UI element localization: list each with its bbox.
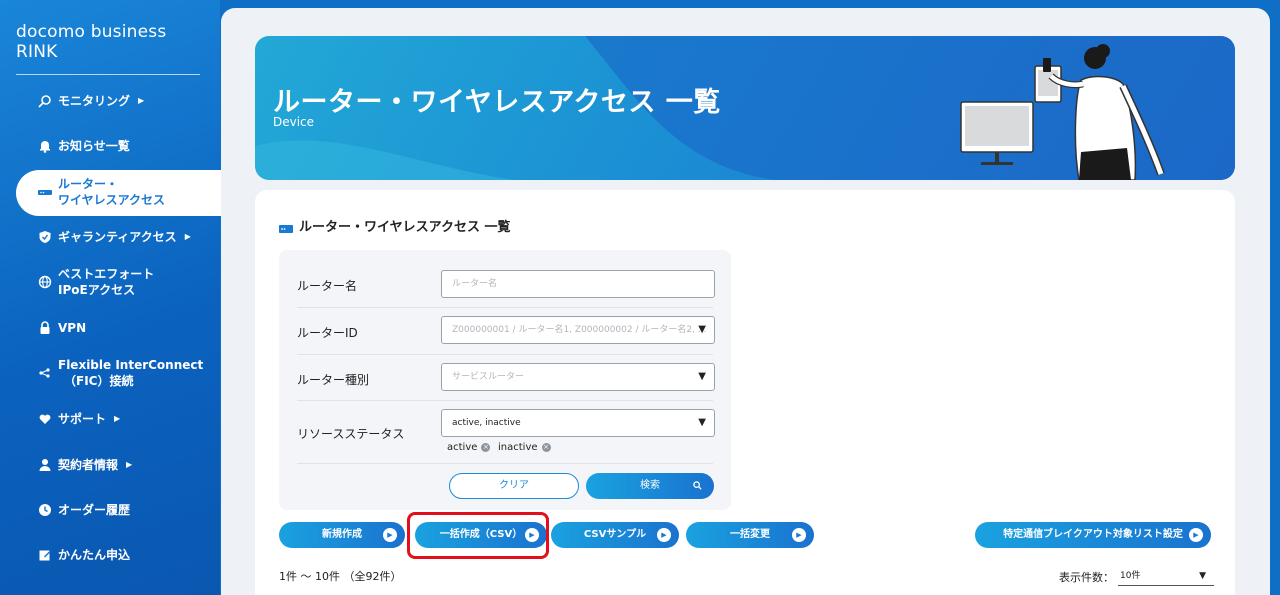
- search-form: ルーター名 ルーター名 ルーターID Z000000001 / ルーター名1, …: [279, 250, 731, 510]
- sidebar-item-label: モニタリング: [58, 94, 131, 108]
- chevron-down-icon: ▼: [698, 417, 706, 428]
- chevron-right-icon: ▶: [184, 232, 191, 241]
- sidebar-item-label: （FIC）接続: [64, 374, 134, 388]
- status-chip-inactive[interactable]: inactive ×: [498, 442, 551, 453]
- router-id-placeholder: Z000000001 / ルーター名1, Z000000002 / ルーター名2…: [452, 325, 707, 335]
- sidebar-item-monitoring[interactable]: モニタリング ▶: [38, 93, 144, 109]
- router-icon: [279, 222, 293, 233]
- resource-status-select[interactable]: active, inactive ▼: [441, 409, 715, 437]
- router-icon: [38, 185, 52, 199]
- play-icon: ▶: [792, 528, 806, 542]
- sidebar-item-label: かんたん申込: [58, 548, 131, 562]
- monitor-search-icon: [38, 94, 52, 108]
- form-row-router-id: ルーターID Z000000001 / ルーター名1, Z000000002 /…: [297, 308, 715, 355]
- chevron-down-icon: ▼: [698, 324, 706, 335]
- sidebar-item-label: VPN: [58, 321, 87, 335]
- edit-icon: [38, 548, 52, 562]
- sidebar-item-label: 契約者情報: [58, 458, 119, 472]
- play-icon: ▶: [1189, 528, 1203, 542]
- sidebar-item-label: サポート: [58, 412, 107, 426]
- per-page-select[interactable]: 10件 ▼: [1118, 568, 1214, 586]
- form-row-router-type: ルーター種別 サービスルーター ▼: [297, 355, 715, 401]
- brand-logo: docomo business RINK: [16, 22, 200, 75]
- close-icon[interactable]: ×: [541, 443, 551, 452]
- result-count: 1件 〜 10件 （全92件）: [279, 570, 402, 583]
- section-title: ルーター・ワイヤレスアクセス 一覧: [279, 216, 511, 235]
- highlight-box: [407, 512, 549, 559]
- sidebar-item-notices[interactable]: お知らせ一覧: [38, 138, 130, 154]
- sidebar-item-label: ワイヤレスアクセス: [58, 193, 166, 207]
- sidebar-item-label: オーダー履歴: [58, 503, 131, 517]
- breakout-list-settings-button[interactable]: 特定通信ブレイクアウト対象リスト設定 ▶: [975, 522, 1211, 548]
- clock-icon: [38, 503, 52, 517]
- page-subtitle: Device: [273, 115, 315, 129]
- globe-icon: [38, 275, 52, 289]
- form-row-resource-status: リソースステータス active, inactive ▼ active × ina…: [297, 401, 715, 464]
- bulk-change-button[interactable]: 一括変更 ▶: [686, 522, 814, 548]
- sidebar-item-support[interactable]: サポート ▶: [38, 411, 120, 427]
- hero-illustration: [955, 36, 1195, 180]
- heart-hand-icon: [38, 412, 52, 426]
- chevron-right-icon: ▶: [126, 460, 133, 469]
- sidebar-item-contract[interactable]: 契約者情報 ▶: [38, 457, 132, 473]
- sidebar-item-vpn[interactable]: VPN: [38, 320, 86, 336]
- lock-icon: [38, 321, 52, 335]
- section-title-label: ルーター・ワイヤレスアクセス 一覧: [299, 220, 511, 235]
- per-page-control: 表示件数： 10件 ▼: [1059, 568, 1214, 586]
- sidebar-item-label: Flexible InterConnect: [58, 358, 204, 372]
- chevron-right-icon: ▶: [114, 414, 121, 423]
- per-page-label: 表示件数：: [1059, 571, 1114, 584]
- chevron-down-icon: ▼: [698, 371, 706, 382]
- play-icon: ▶: [383, 528, 397, 542]
- sidebar-item-label: ギャランティアクセス: [58, 230, 177, 244]
- router-type-select[interactable]: サービスルーター ▼: [441, 363, 715, 391]
- sidebar-item-label: お知らせ一覧: [58, 139, 130, 153]
- router-name-input[interactable]: ルーター名: [441, 270, 715, 298]
- router-type-label: ルーター種別: [297, 373, 370, 387]
- hero-banner: ルーター・ワイヤレスアクセス 一覧 Device: [255, 36, 1235, 180]
- chevron-right-icon: ▶: [138, 96, 145, 105]
- resource-status-value: active, inactive: [452, 418, 521, 428]
- csv-sample-button[interactable]: CSVサンプル ▶: [551, 522, 679, 548]
- shield-icon: [38, 230, 52, 244]
- status-chip-active[interactable]: active ×: [447, 442, 491, 453]
- sidebar-item-router[interactable]: ルーター・ ワイヤレスアクセス: [38, 176, 165, 208]
- sidebar-item-easy-apply[interactable]: かんたん申込: [38, 547, 130, 563]
- page-title: ルーター・ワイヤレスアクセス 一覧: [273, 87, 721, 118]
- search-icon: [693, 473, 702, 499]
- chevron-down-icon: ▼: [1199, 571, 1206, 581]
- sidebar-item-label: ベストエフォート: [58, 267, 155, 281]
- bell-icon: [38, 139, 52, 153]
- sidebar-item-guaranty[interactable]: ギャランティアクセス ▶: [38, 229, 191, 245]
- resource-status-label: リソースステータス: [297, 427, 405, 441]
- main-content: ルーター・ワイヤレスアクセス 一覧 Device ルーター・ワイヤレスアクセス …: [221, 8, 1270, 595]
- close-icon[interactable]: ×: [481, 443, 491, 452]
- sidebar: docomo business RINK モニタリング ▶ お知らせ一覧 ルータ…: [0, 0, 236, 595]
- router-id-select[interactable]: Z000000001 / ルーター名1, Z000000002 / ルーター名2…: [441, 316, 715, 344]
- sidebar-item-label: IPoEアクセス: [58, 283, 136, 297]
- sidebar-item-label: ルーター・: [58, 177, 119, 191]
- form-row-router-name: ルーター名 ルーター名: [297, 262, 715, 308]
- router-name-label: ルーター名: [297, 279, 358, 293]
- network-icon: [38, 366, 52, 380]
- router-id-label: ルーターID: [297, 326, 358, 340]
- sidebar-item-order-history[interactable]: オーダー履歴: [38, 502, 130, 518]
- search-button[interactable]: 検索: [586, 473, 714, 499]
- clear-button[interactable]: クリア: [449, 473, 579, 499]
- sidebar-item-ipoe[interactable]: ベストエフォート IPoEアクセス: [38, 266, 154, 298]
- search-panel: ルーター・ワイヤレスアクセス 一覧 ルーター名 ルーター名 ルーターID Z00…: [255, 190, 1235, 595]
- play-icon: ▶: [657, 528, 671, 542]
- sidebar-item-fic[interactable]: Flexible InterConnect （FIC）接続: [38, 357, 203, 389]
- person-icon: [38, 458, 52, 472]
- router-type-placeholder: サービスルーター: [452, 372, 525, 382]
- new-create-button[interactable]: 新規作成 ▶: [279, 522, 405, 548]
